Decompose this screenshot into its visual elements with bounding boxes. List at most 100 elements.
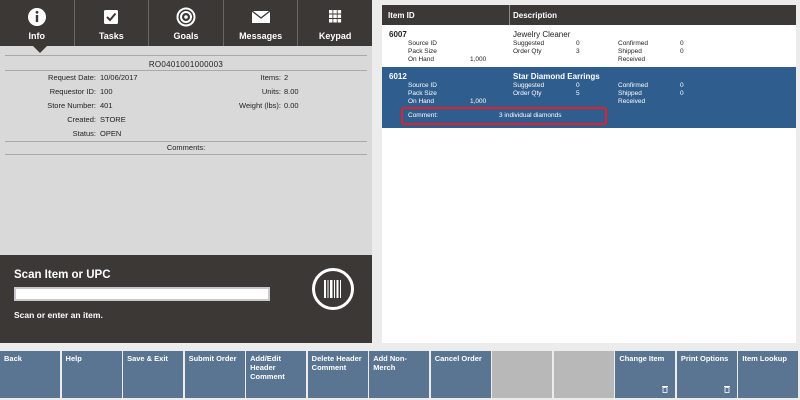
keypad-icon [329,10,342,23]
tab-keypad[interactable]: Keypad [298,0,372,46]
divider [5,70,367,71]
active-tab-pointer [33,46,47,53]
scan-barcode-button[interactable] [312,268,354,310]
add-non-merch-button[interactable]: Add Non-Merch [369,351,430,398]
disabled-action-button [553,351,614,398]
column-header-item-id[interactable]: Item ID [388,11,415,20]
requestor-id-row: Requestor ID: 100 Units: 8.00 [5,87,367,99]
request-date-row: Request Date: 10/06/2017 Items: 2 [5,73,367,85]
scan-input[interactable] [14,287,270,301]
item-id: 6007 [389,30,407,39]
delete-header-comment-button[interactable]: Delete Header Comment [307,351,368,398]
status-value: OPEN [100,129,122,138]
save-exit-button[interactable]: Save & Exit [123,351,184,398]
order-info-panel: Info Tasks Goals Messages Keypad RO04010… [0,0,372,343]
add-edit-header-comment-button[interactable]: Add/Edit Header Comment [246,351,307,398]
trash-icon [723,386,730,393]
change-item-label: Change Item [619,354,665,363]
created-value: STORE [100,115,126,124]
request-date-value: 10/06/2017 [100,73,138,82]
cancel-order-button[interactable]: Cancel Order [430,351,491,398]
delete-header-comment-label: Delete Header Comment [311,354,362,372]
divider [5,55,367,56]
disabled-action-button [492,351,553,398]
order-qty-label: Order Qty [513,48,542,55]
scan-hint: Scan or enter an item. [14,310,103,320]
tab-tasks-label: Tasks [98,31,124,41]
order-qty-label: Order Qty [513,90,542,97]
action-bar: Back Help Save & Exit Submit Order Add/E… [0,351,800,400]
suggested-label: Suggested [513,40,545,47]
tab-goals[interactable]: Goals [149,0,224,46]
shipped-label: Shipped [618,48,642,55]
tab-info-label: Info [28,31,46,41]
confirmed-value: 0 [680,82,684,89]
item-row-selected[interactable]: 6012 Star Diamond Earrings Source ID Pac… [382,67,796,128]
items-label: Items: [260,73,281,82]
shipped-value: 0 [680,90,684,97]
confirmed-label: Confirmed [618,82,648,89]
back-button-label: Back [4,354,22,363]
order-qty-value: 3 [576,48,580,55]
store-number-label: Store Number: [47,101,96,110]
barcode-icon [324,280,341,298]
tab-tasks[interactable]: Tasks [75,0,150,46]
tab-messages-label: Messages [239,31,283,41]
submit-order-button[interactable]: Submit Order [184,351,245,398]
item-lookup-label: Item Lookup [742,354,787,363]
trash-icon [662,386,669,393]
change-item-button[interactable]: Change Item [615,351,676,398]
save-exit-button-label: Save & Exit [127,354,168,363]
add-non-merch-label: Add Non-Merch [373,354,407,372]
scan-title: Scan Item or UPC [14,269,111,281]
requestor-id-value: 100 [100,87,113,96]
shipped-value: 0 [680,48,684,55]
column-separator [509,5,510,25]
help-button-label: Help [65,354,82,363]
received-label: Received [618,98,646,105]
item-lookup-button[interactable]: Item Lookup [738,351,799,398]
on-hand-label: On Hand [408,98,435,105]
checkbox-icon [104,10,119,24]
add-edit-header-comment-label: Add/Edit Header Comment [250,354,285,381]
on-hand-value: 1,000 [470,98,487,105]
print-options-button[interactable]: Print Options [676,351,737,398]
comment-value: 3 individual diamonds [499,112,562,119]
item-row[interactable]: 6007 Jewelry Cleaner Source ID Pack Size… [382,25,796,66]
divider [5,154,367,155]
created-label: Created: [67,115,96,124]
suggested-label: Suggested [513,82,545,89]
divider [5,141,367,142]
received-label: Received [618,56,646,63]
comments-label: Comments: [166,143,206,152]
item-id: 6012 [389,72,407,81]
created-row: Created: STORE [5,115,367,127]
submit-order-button-label: Submit Order [188,354,237,363]
on-hand-value: 1,000 [470,56,487,63]
units-value: 8.00 [284,87,299,96]
tab-goals-label: Goals [173,31,199,41]
requestor-id-label: Requestor ID: [49,87,96,96]
order-qty-value: 5 [576,90,580,97]
nav-bar: Info Tasks Goals Messages Keypad [0,0,372,46]
tab-messages[interactable]: Messages [224,0,299,46]
comment-label: Comment: [408,112,438,119]
store-number-value: 401 [100,101,113,110]
source-id-label: Source ID [408,40,437,47]
shipped-label: Shipped [618,90,642,97]
order-summary: RO0401001000003 Request Date: 10/06/2017… [5,55,367,255]
status-row: Status: OPEN [5,129,367,141]
on-hand-label: On Hand [408,56,435,63]
info-icon [27,8,46,26]
column-header-description[interactable]: Description [513,11,557,20]
weight-label: Weight (lbs): [239,101,281,110]
tab-info[interactable]: Info [0,0,75,46]
confirmed-label: Confirmed [618,40,648,47]
item-description: Star Diamond Earrings [513,72,600,81]
help-button[interactable]: Help [61,351,122,398]
cancel-order-label: Cancel Order [434,354,482,363]
item-description: Jewelry Cleaner [513,30,571,39]
print-options-label: Print Options [680,354,729,363]
units-label: Units: [261,87,281,96]
back-button[interactable]: Back [0,351,61,398]
